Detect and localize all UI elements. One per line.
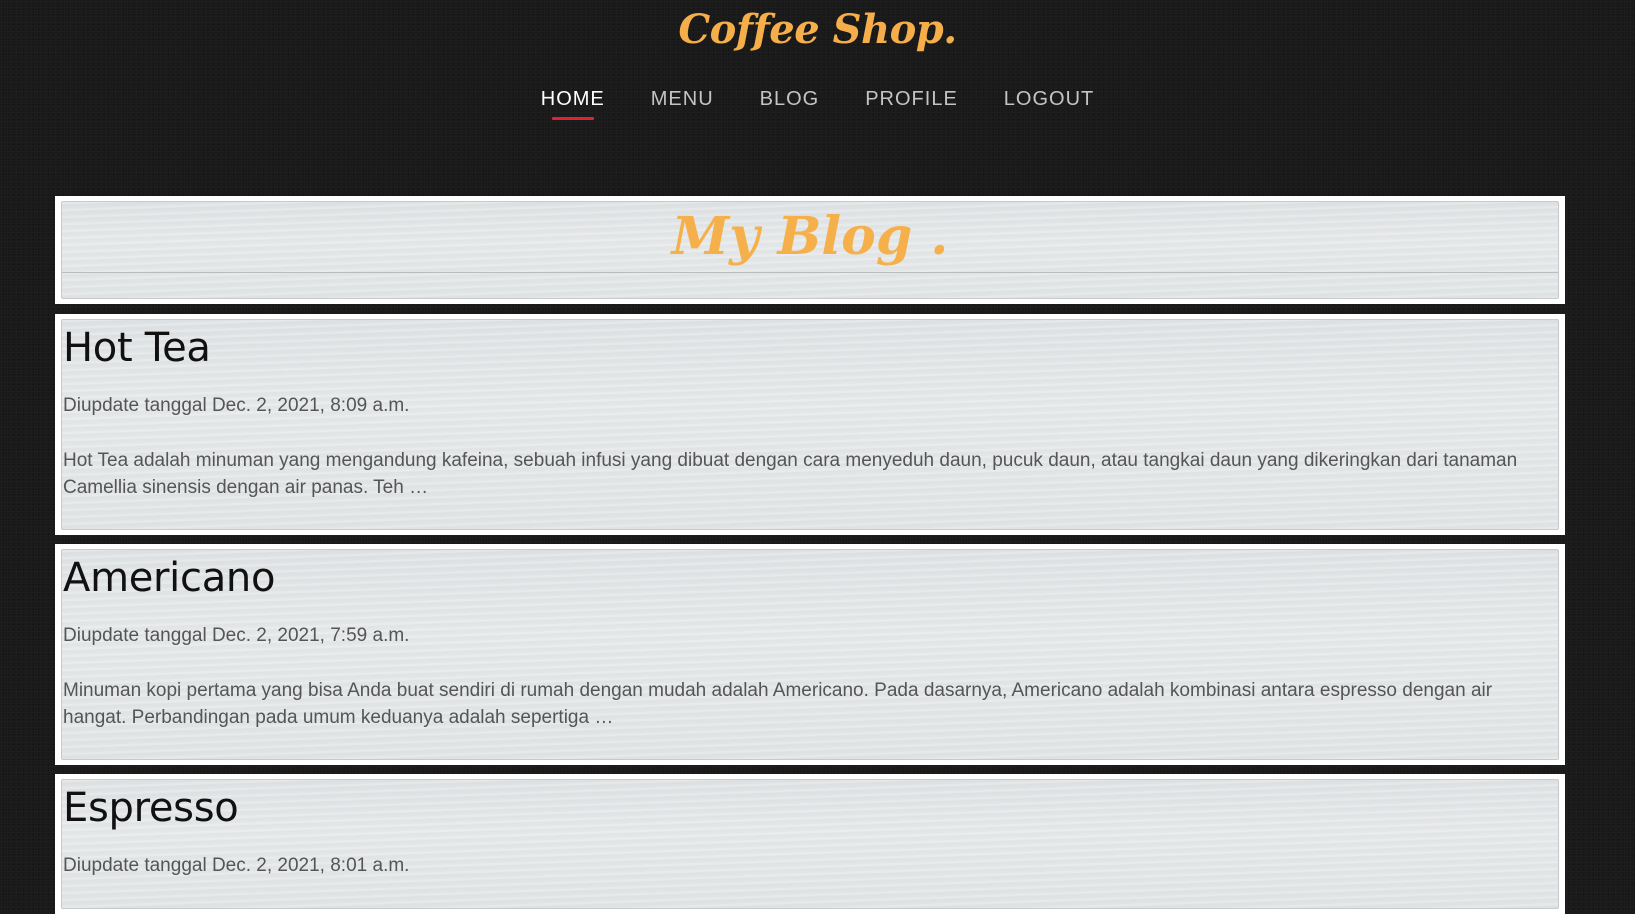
post-title[interactable]: Hot Tea xyxy=(63,320,211,376)
nav-blog[interactable]: BLOG xyxy=(760,88,820,120)
nav-menu[interactable]: MENU xyxy=(651,88,714,120)
brand-logo[interactable]: Coffee Shop. xyxy=(0,6,1635,53)
post-date: Diupdate tanggal Dec. 2, 2021, 8:01 a.m. xyxy=(63,855,410,876)
main-nav: HOME MENU BLOG PROFILE LOGOUT xyxy=(0,88,1635,120)
page-title: My Blog . xyxy=(671,206,949,267)
nav-home[interactable]: HOME xyxy=(541,88,605,120)
post-title[interactable]: Espresso xyxy=(63,780,239,836)
post-excerpt: Hot Tea adalah minuman yang mengandung k… xyxy=(63,450,1518,498)
blog-post-card-inner: Americano Diupdate tanggal Dec. 2, 2021,… xyxy=(61,549,1559,760)
blog-post-card-inner: Hot Tea Diupdate tanggal Dec. 2, 2021, 8… xyxy=(61,319,1559,530)
blog-post-card-inner: Espresso Diupdate tanggal Dec. 2, 2021, … xyxy=(61,779,1559,909)
blog-post-card[interactable]: Americano Diupdate tanggal Dec. 2, 2021,… xyxy=(55,544,1565,765)
blog-title-card: My Blog . xyxy=(55,196,1565,304)
site-header: Coffee Shop. HOME MENU BLOG PROFILE LOGO… xyxy=(0,0,1635,140)
post-excerpt: Minuman kopi pertama yang bisa Anda buat… xyxy=(63,680,1493,728)
post-title[interactable]: Americano xyxy=(63,550,275,606)
nav-profile[interactable]: PROFILE xyxy=(865,88,958,120)
blog-title-card-inner: My Blog . xyxy=(61,201,1559,299)
title-divider xyxy=(62,272,1558,273)
post-date: Diupdate tanggal Dec. 2, 2021, 7:59 a.m. xyxy=(63,625,410,646)
blog-post-card[interactable]: Hot Tea Diupdate tanggal Dec. 2, 2021, 8… xyxy=(55,314,1565,535)
blog-post-card[interactable]: Espresso Diupdate tanggal Dec. 2, 2021, … xyxy=(55,774,1565,914)
nav-logout[interactable]: LOGOUT xyxy=(1004,88,1094,120)
post-date: Diupdate tanggal Dec. 2, 2021, 8:09 a.m. xyxy=(63,395,410,416)
